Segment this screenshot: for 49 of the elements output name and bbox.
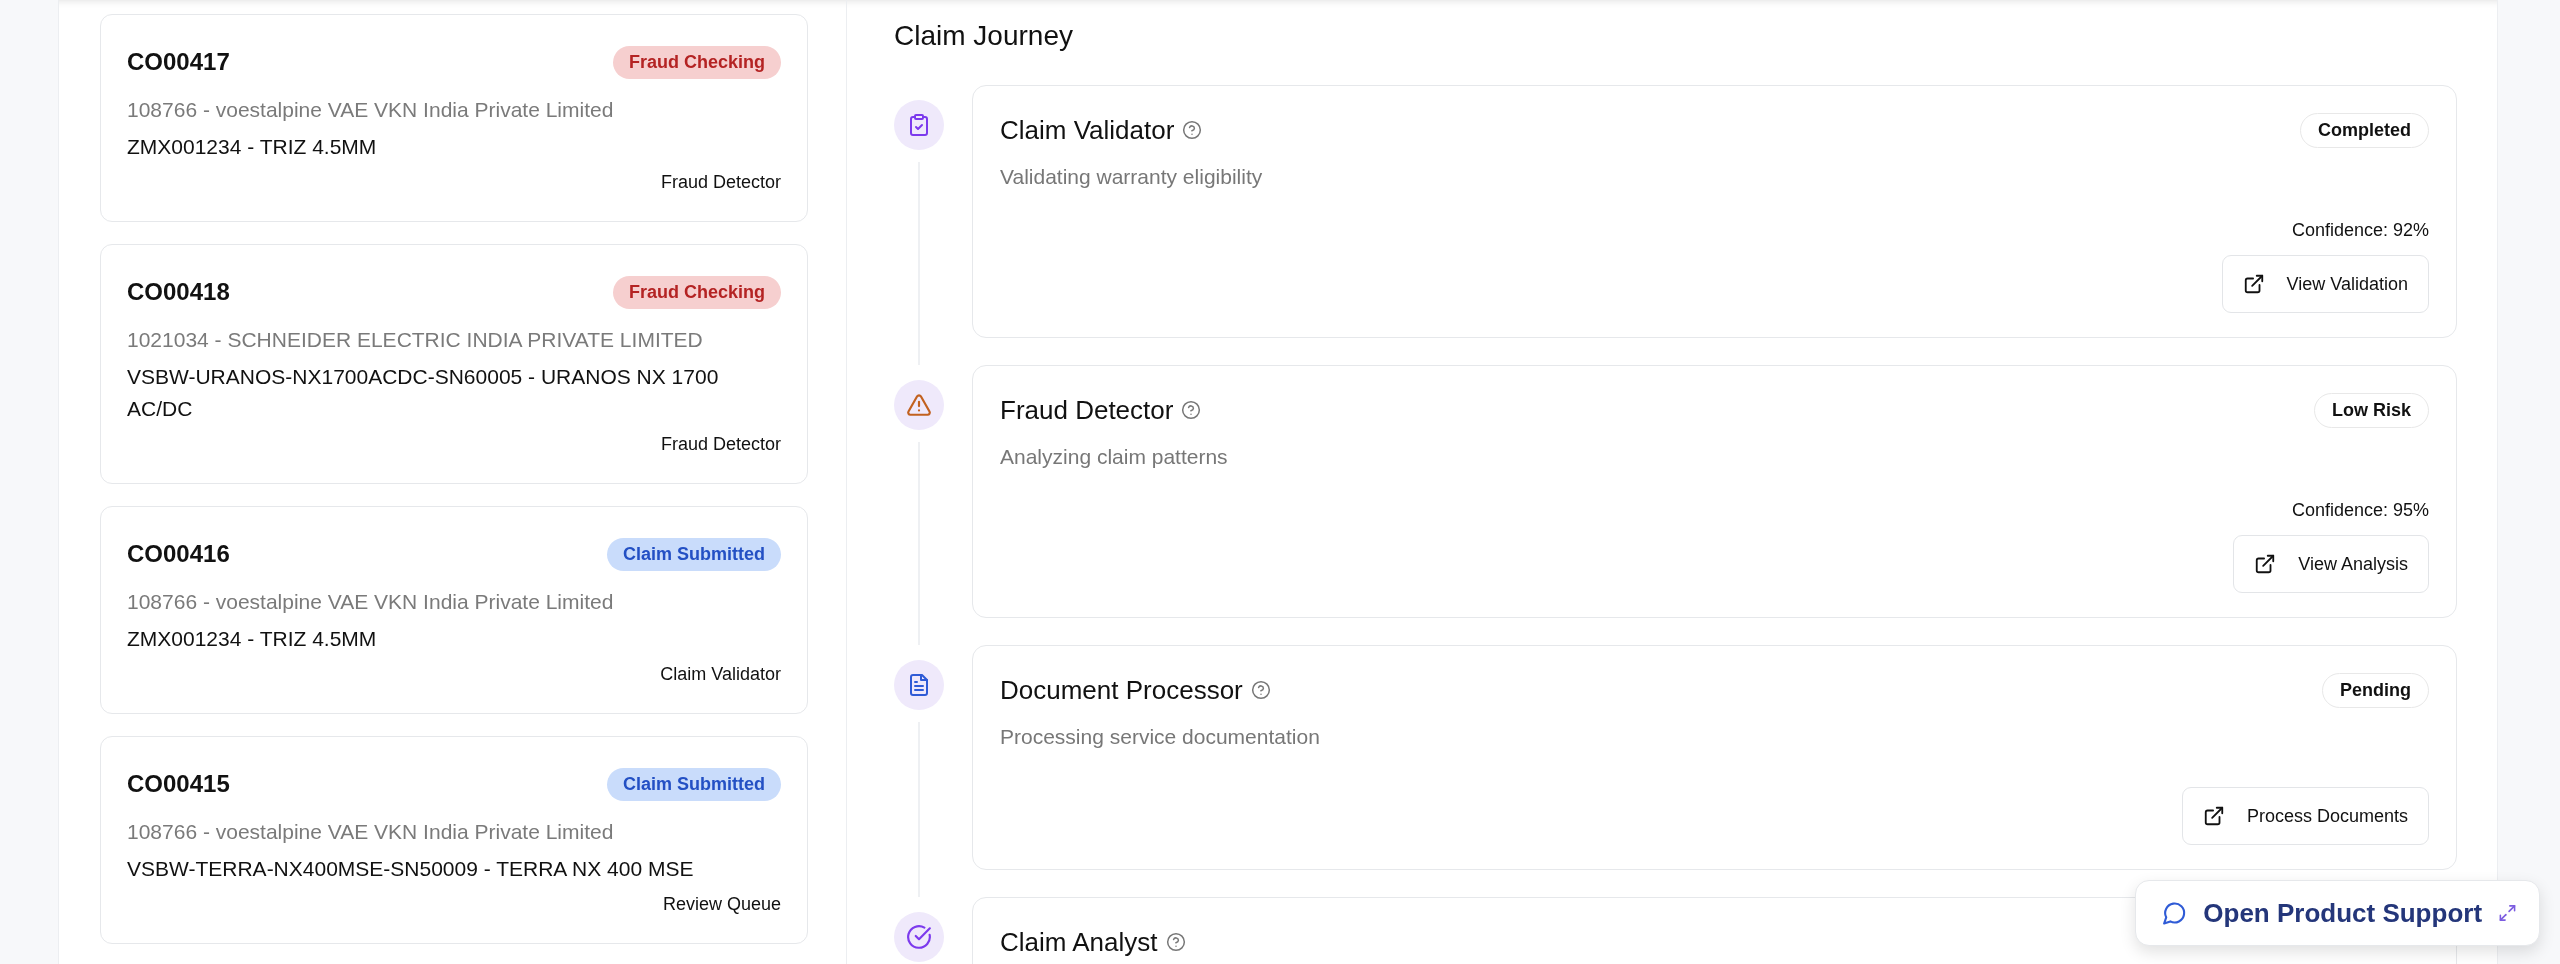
claim-id: CO00417 — [127, 48, 230, 76]
stage-text: Review Queue — [662, 893, 781, 916]
external-link-icon — [2242, 273, 2265, 295]
help-icon[interactable] — [1250, 680, 1271, 700]
claim-id: CO00415 — [127, 770, 230, 798]
claim-card[interactable]: CO00415 Claim Submitted 108766 - voestalpine VAE VKN India Private Limited VSBW-TERRA-NX400MSE-SN50009 - TERRA NX 400 MSE Review Queue — [100, 736, 808, 944]
confidence-text: Confidence: 92% — [2291, 219, 2429, 242]
section-title: Claim Journey — [894, 19, 1074, 53]
step-description: Validating warranty eligibility — [1000, 164, 1264, 190]
step-description: Processing service documentation — [1000, 724, 1321, 750]
step-description: Analyzing claim patterns — [1000, 444, 1229, 470]
step-title: Fraud Detector — [1000, 394, 1174, 426]
external-link-icon — [2254, 553, 2277, 575]
confidence-text: Confidence: 95% — [2291, 499, 2429, 522]
external-link-icon — [2202, 805, 2225, 827]
customer-text: 108766 - voestalpine VAE VKN India Private Limited — [127, 97, 615, 123]
claim-id: CO00416 — [127, 540, 230, 568]
warning-icon — [906, 392, 932, 418]
clipboard-check-icon — [907, 113, 931, 137]
help-icon[interactable] — [1182, 120, 1203, 140]
claim-card[interactable]: CO00418 Fraud Checking 1021034 - SCHNEIDER ELECTRIC INDIA PRIVATE LIMITED VSBW-URANOS-NX1700ACDC-SN60005 - URANOS NX 1700 AC/DC Fraud Detector — [100, 244, 808, 484]
customer-text: 1021034 - SCHNEIDER ELECTRIC INDIA PRIVATE LIMITED — [127, 327, 704, 353]
check-circle-icon — [906, 924, 932, 950]
action-button[interactable]: Process Documents — [2181, 787, 2429, 845]
stage-text: Fraud Detector — [660, 171, 781, 194]
status-badge: Claim Submitted — [607, 767, 781, 801]
stage-text: Fraud Detector — [660, 433, 781, 456]
stage-text: Claim Validator — [660, 663, 781, 686]
help-icon[interactable] — [1165, 932, 1186, 952]
product-text: VSBW-URANOS-NX1700ACDC-SN60005 - URANOS NX 1700 AC/DC — [127, 364, 720, 422]
product-text: ZMX001234 - TRIZ 4.5MM — [127, 134, 378, 160]
product-text: ZMX001234 - TRIZ 4.5MM — [127, 626, 378, 652]
support-button[interactable]: Open Product Support — [2135, 880, 2540, 946]
help-icon[interactable] — [1181, 400, 1202, 420]
step-title: Document Processor — [1000, 674, 1243, 706]
document-icon — [907, 673, 931, 697]
customer-text: 108766 - voestalpine VAE VKN India Private Limited — [127, 589, 615, 615]
customer-text: 108766 - voestalpine VAE VKN India Private Limited — [127, 819, 615, 845]
step-title: Claim Analyst — [1000, 926, 1158, 958]
claim-card[interactable]: CO00417 Fraud Checking 108766 - voestalpine VAE VKN India Private Limited ZMX001234 - TRIZ 4.5MM Fraud Detector — [100, 14, 808, 222]
status-badge: Fraud Checking — [612, 45, 781, 79]
step-title: Claim Validator — [1000, 114, 1175, 146]
action-button[interactable]: View Analysis — [2233, 535, 2429, 593]
action-button[interactable]: View Validation — [2221, 255, 2429, 313]
status-badge: Fraud Checking — [612, 275, 781, 309]
product-text: VSBW-TERRA-NX400MSE-SN50009 - TERRA NX 400 MSE — [127, 856, 695, 882]
claim-card[interactable]: CO00416 Claim Submitted 108766 - voestalpine VAE VKN India Private Limited ZMX001234 - TRIZ 4.5MM Claim Validator — [100, 506, 808, 714]
status-badge: Claim Submitted — [607, 537, 781, 571]
claim-id: CO00418 — [127, 278, 230, 306]
